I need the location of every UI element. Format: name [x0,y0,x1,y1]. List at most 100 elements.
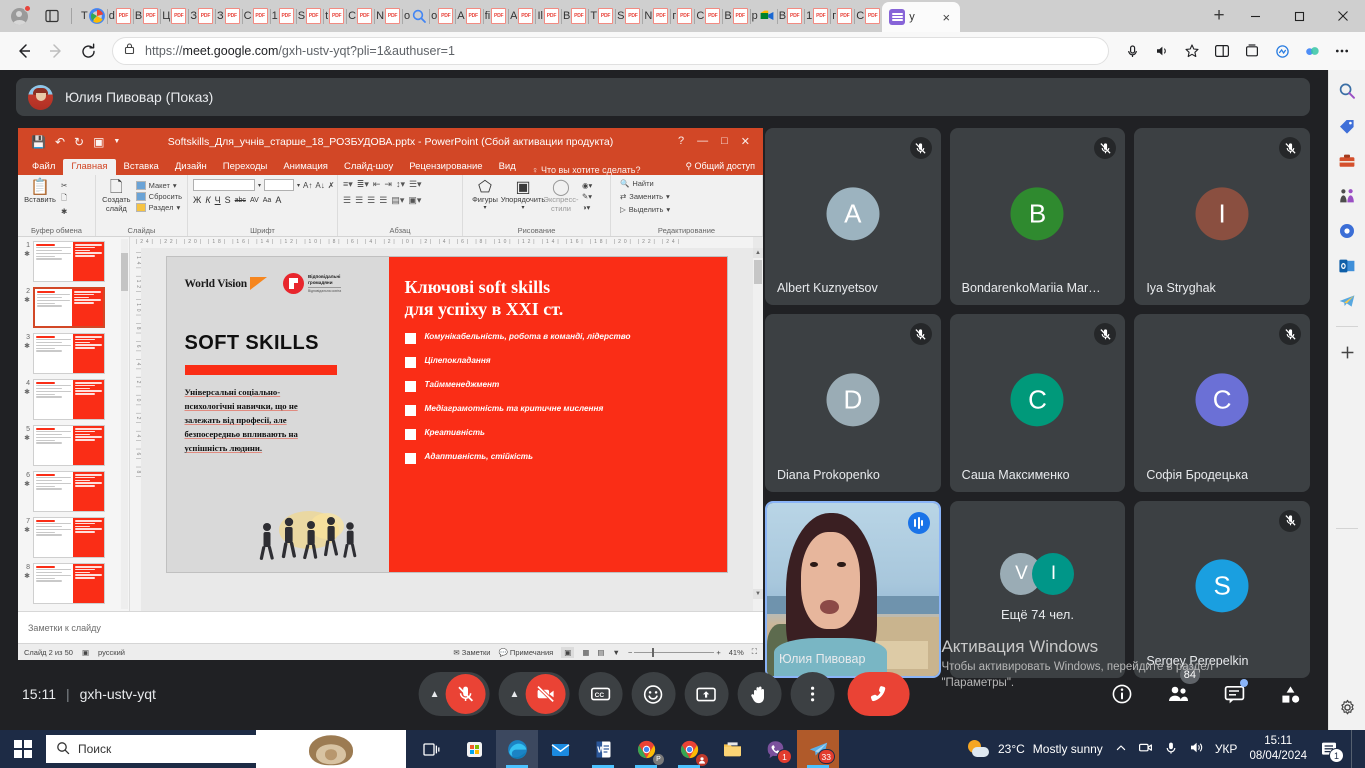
browser-tab[interactable]: В PDF [722,2,752,30]
font-family-box[interactable] [193,179,255,191]
weather-widget[interactable]: 23°C Mostly sunny [967,740,1103,758]
share-button[interactable]: ⚲ Общий доступ [685,161,763,175]
chrome-icon[interactable]: P [625,730,667,768]
fit-to-window-icon[interactable]: ⛶ [752,647,757,657]
replace-button[interactable]: ⇄ Заменить ▾ [620,192,670,201]
browser-tab[interactable]: 1 PDF [270,2,297,30]
browser-tab[interactable]: N PDF [642,2,672,30]
participant-tile[interactable]: C Саша Максименко [949,314,1126,492]
italic-button[interactable]: К [205,195,210,205]
language-indicator[interactable]: УКР [1215,742,1238,756]
copilot-icon[interactable] [1297,36,1327,66]
browser-tab[interactable]: A PDF [508,2,537,30]
shape-fill-button[interactable]: ◉▾ [582,181,592,190]
ribbon-tab-слайд-шоу[interactable]: Слайд-шоу [336,159,401,175]
ppt-restore-button[interactable]: □ [721,135,728,148]
clear-formatting-button[interactable]: ✗ [328,181,335,190]
participant-tile[interactable]: I Iya Stryghak [1134,128,1310,306]
notes-toggle-button[interactable]: ✉ Заметки [453,648,490,657]
participant-tile[interactable]: B BondarenkoMariia Mar… [949,128,1126,306]
hedgehog-wallpaper[interactable] [256,730,406,768]
slide-notes-pane[interactable]: Заметки к слайду [18,611,763,643]
collections-icon[interactable] [1237,36,1267,66]
underline-button[interactable]: Ч [215,195,221,205]
slide-thumbnail[interactable]: 5 ✱ [22,425,129,466]
emoji-reactions[interactable] [631,672,676,716]
back-arrow-icon[interactable] [8,35,40,67]
decrease-font-size-button[interactable]: A↓ [315,181,324,190]
mic-off-icon[interactable] [445,674,486,714]
ribbon-tab-главная[interactable]: Главная [63,159,116,175]
microphone-icon[interactable] [1117,36,1147,66]
ribbon-tab-переходы[interactable]: Переходы [215,159,276,175]
zoom-out-button[interactable]: − [628,648,632,657]
outlook-icon[interactable] [1334,253,1360,279]
participant-tile[interactable]: D Diana Prokopenko [765,314,941,492]
split-screen-icon[interactable] [1207,36,1237,66]
slideshow-icon[interactable]: ▼ [613,648,620,657]
section-button[interactable]: Раздел ▾ [135,203,182,212]
language-indicator[interactable]: русский [98,648,125,657]
camera-toggle[interactable]: ▲ [498,672,570,716]
browser-tab[interactable]: fi PDF [483,2,509,30]
browser-tab[interactable]: З PDF [188,2,216,30]
browser-tab[interactable]: S PDF [296,2,325,30]
browser-tab[interactable]: С PDF [242,2,271,30]
copy-button[interactable]: 🗋 [61,192,67,205]
participant-tile[interactable]: A Albert Kuznyetsov [765,128,941,306]
search-icon[interactable] [1334,78,1360,104]
numbering-button[interactable]: ≣▾ [357,179,369,190]
slide-thumbnail[interactable]: 2 ✱ [22,287,129,328]
microphone-icon[interactable] [1164,741,1178,758]
taskbar-search-input[interactable]: Поиск [46,735,256,763]
browser-tab[interactable]: Il PDF [535,2,562,30]
browser-tab[interactable]: S PDF [615,2,644,30]
show-desktop-button[interactable] [1351,730,1357,768]
shape-outline-button[interactable]: ✎▾ [582,192,592,201]
character-spacing-button[interactable]: AV [250,197,259,204]
redo-icon[interactable]: ↻ [74,135,84,149]
sidebar-settings-gear-icon[interactable] [1334,694,1360,720]
slide-canvas[interactable]: World Vision Відповідальні громадяни Від… [166,257,727,572]
ribbon-tab-дизайн[interactable]: Дизайн [167,159,215,175]
ribbon-tab-рецензирование[interactable]: Рецензирование [401,159,490,175]
participant-tile[interactable]: C Софія Бродецька [1134,314,1310,492]
chrome-icon-2[interactable] [668,730,710,768]
customize-qat-icon[interactable]: ▼ [113,138,120,145]
undo-icon[interactable]: ↶ [55,135,65,149]
close-button[interactable] [1321,0,1365,32]
tell-me-box[interactable]: ♀ Что вы хотите сделать? [524,165,641,175]
ribbon-tab-вставка[interactable]: Вставка [116,159,167,175]
ppt-help-button[interactable]: ? [678,135,684,148]
task-view-icon[interactable] [410,730,452,768]
save-icon[interactable]: 💾 [31,135,46,149]
increase-font-size-button[interactable]: A↑ [303,181,312,190]
reading-view-icon[interactable]: ▤ [597,648,604,657]
browser-tab[interactable]: B PDF [133,2,162,30]
mail-icon[interactable] [539,730,581,768]
bold-button[interactable]: Ж [193,195,201,205]
camera-options-chevron-icon[interactable]: ▲ [507,689,523,700]
font-color-button[interactable]: A [275,195,281,205]
new-tab-button[interactable]: + [1205,2,1233,30]
raise-hand[interactable] [737,672,782,716]
layout-button[interactable]: Макет ▾ [135,181,182,190]
slide-thumbnail[interactable]: 6 ✱ [22,471,129,512]
thumbnail-scrollbar[interactable] [121,239,128,609]
find-button[interactable]: 🔍 Найти [620,179,670,188]
browser-tab[interactable]: В PDF [777,2,806,30]
slide-thumbnail[interactable]: 7 ✱ [22,517,129,558]
profile-avatar-icon[interactable] [6,3,32,29]
ppt-close-button[interactable]: ✕ [741,135,750,148]
minimize-button[interactable] [1233,0,1277,32]
scroll-up-icon[interactable]: ▲ [753,248,763,258]
paste-button[interactable]: 📋 Вставить [23,179,57,205]
change-case-button[interactable]: Aa [263,197,272,204]
select-button[interactable]: ▷ Выделить ▾ [620,205,670,214]
browser-essentials-icon[interactable] [1267,36,1297,66]
captions-toggle[interactable]: CC [578,672,623,716]
browser-tab[interactable]: o PDF [429,2,457,30]
align-right-button[interactable]: ☰ [367,195,375,206]
windows-start-icon[interactable] [0,730,46,768]
bullets-button[interactable]: ≡▾ [343,179,353,190]
